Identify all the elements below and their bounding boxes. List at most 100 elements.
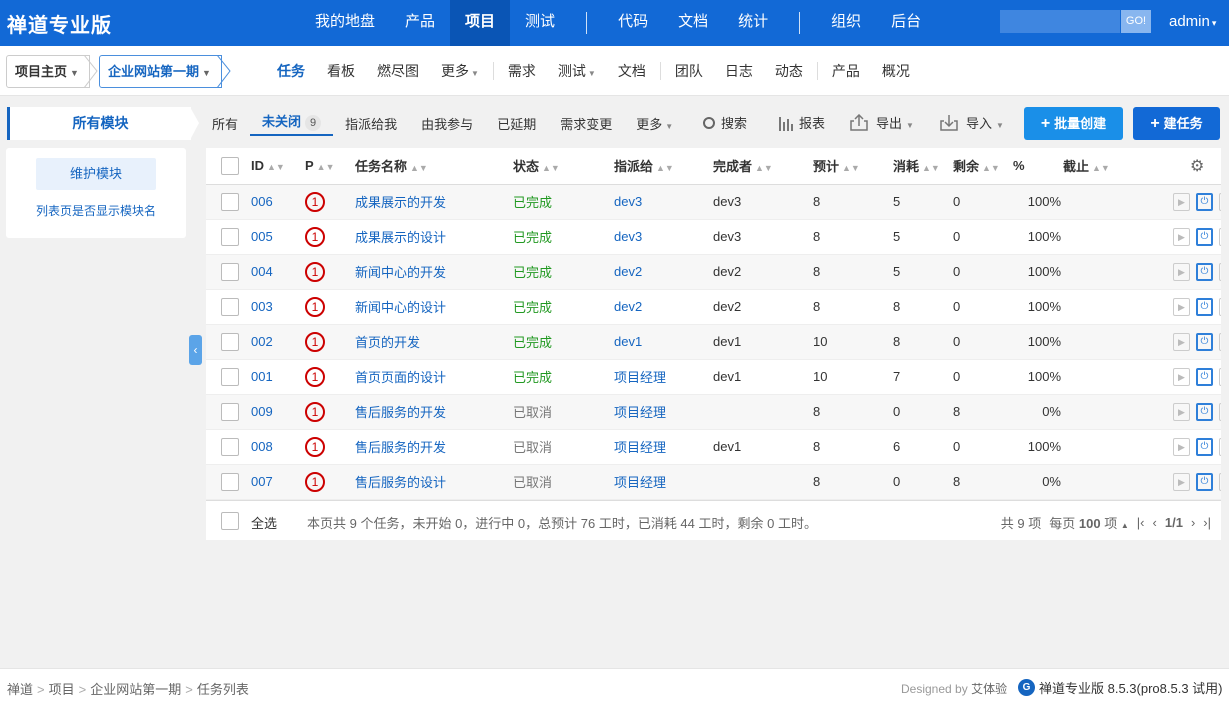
row-select[interactable] [206,429,251,465]
start-task-icon[interactable]: ▶ [1173,227,1190,246]
start-task-icon[interactable]: ▶ [1173,297,1190,316]
subnav-kanban[interactable]: 看板 [316,61,366,81]
task-name-link[interactable]: 首页页面的设计 [355,370,446,385]
col-status[interactable]: 状态 ▲▼ [513,148,614,185]
row-select[interactable] [206,359,251,395]
start-task-icon[interactable]: ▶ [1173,332,1190,351]
col-id[interactable]: ID ▲▼ [251,148,305,185]
start-task-icon[interactable]: ▶ [1173,192,1190,211]
record-effort-icon[interactable]: ⏻ [1195,262,1214,281]
brand-logo[interactable]: 禅道专业版 [7,9,112,38]
task-assigned[interactable]: dev1 [614,324,713,360]
task-id-link[interactable]: 008 [251,439,273,454]
record-effort-icon[interactable]: ⏻ [1195,402,1214,421]
create-task-button[interactable]: + 建任务 [1133,107,1220,140]
sidebar-collapse-toggle[interactable]: ‹ [189,335,202,365]
report-button[interactable]: 报表 [778,107,825,140]
task-name[interactable]: 成果展示的开发 [355,184,513,220]
row-select[interactable] [206,464,251,500]
col-left[interactable]: 剩余 ▲▼ [953,148,1013,185]
task-id[interactable]: 005 [251,219,305,255]
record-effort-icon[interactable]: ⏻ [1195,227,1214,246]
checkbox[interactable] [221,156,239,175]
nav-test[interactable]: 测试 [510,0,570,46]
assigned-to-link[interactable]: 项目经理 [614,475,666,490]
task-name[interactable]: 新闻中心的开发 [355,254,513,290]
col-assigned[interactable]: 指派给 ▲▼ [614,148,713,185]
import-dropdown[interactable]: 导入 ▼ [940,107,1004,140]
select-all-checkbox[interactable] [221,512,239,530]
checkbox[interactable] [221,472,239,491]
finish-task-icon[interactable]: ✓ [1219,402,1221,421]
filter-all[interactable]: 所有 [200,114,250,133]
assigned-to-link[interactable]: dev3 [614,229,642,244]
nav-my[interactable]: 我的地盘 [300,0,390,46]
task-name[interactable]: 首页的开发 [355,324,513,360]
task-id[interactable]: 007 [251,464,305,500]
start-task-icon[interactable]: ▶ [1173,402,1190,421]
task-id-link[interactable]: 004 [251,264,273,279]
task-name[interactable]: 售后服务的开发 [355,429,513,465]
assigned-to-link[interactable]: dev1 [614,334,642,349]
assigned-to-link[interactable]: dev2 [614,264,642,279]
task-id[interactable]: 006 [251,184,305,220]
subnav-overview[interactable]: 概况 [871,61,921,81]
subnav-team[interactable]: 团队 [664,61,714,81]
export-dropdown[interactable]: 导出 ▼ [850,107,914,140]
checkbox[interactable] [221,332,239,351]
record-effort-icon[interactable]: ⏻ [1195,472,1214,491]
task-id[interactable]: 001 [251,359,305,395]
task-assigned[interactable]: 项目经理 [614,359,713,395]
all-modules-tab[interactable]: 所有模块 [7,107,191,140]
filter-involved[interactable]: 由我参与 [409,114,485,133]
finish-task-icon[interactable]: ✓ [1219,437,1221,456]
nav-code[interactable]: 代码 [603,0,663,46]
col-estimate[interactable]: 预计 ▲▼ [813,148,893,185]
filter-unclosed[interactable]: 未关闭 9 [250,111,334,136]
breadcrumb-project[interactable]: 项目 [49,682,75,697]
select-all-header-checkbox[interactable] [206,148,251,185]
task-id-link[interactable]: 006 [251,194,273,209]
select-all-label[interactable]: 全选 [251,513,277,532]
finish-task-icon[interactable]: ✓ [1219,367,1221,386]
global-search-input[interactable] [1000,10,1120,33]
task-name-link[interactable]: 成果展示的开发 [355,195,446,210]
record-effort-icon[interactable]: ⏻ [1195,192,1214,211]
task-id-link[interactable]: 007 [251,474,273,489]
task-assigned[interactable]: 项目经理 [614,464,713,500]
subnav-test[interactable]: 测试 ▼ [547,61,607,81]
start-task-icon[interactable]: ▶ [1173,472,1190,491]
task-name-link[interactable]: 新闻中心的设计 [355,300,446,315]
task-id[interactable]: 002 [251,324,305,360]
task-name[interactable]: 首页页面的设计 [355,359,513,395]
col-name[interactable]: 任务名称 ▲▼ [355,148,513,185]
assigned-to-link[interactable]: 项目经理 [614,405,666,420]
checkbox[interactable] [221,367,239,386]
designer-link[interactable]: 艾体验 [971,682,1007,696]
row-select[interactable] [206,254,251,290]
last-page-icon[interactable]: ›| [1203,515,1211,530]
subnav-product[interactable]: 产品 [821,61,871,81]
row-select[interactable] [206,394,251,430]
task-id-link[interactable]: 001 [251,369,273,384]
start-task-icon[interactable]: ▶ [1173,262,1190,281]
assigned-to-link[interactable]: 项目经理 [614,440,666,455]
task-id[interactable]: 004 [251,254,305,290]
assigned-to-link[interactable]: 项目经理 [614,370,666,385]
finish-task-icon[interactable]: ✓ [1219,297,1221,316]
filter-story-changed[interactable]: 需求变更 [548,114,624,133]
task-name[interactable]: 售后服务的设计 [355,464,513,500]
task-id-link[interactable]: 009 [251,404,273,419]
nav-doc[interactable]: 文档 [663,0,723,46]
nav-admin[interactable]: 后台 [876,0,936,46]
task-id-link[interactable]: 003 [251,299,273,314]
nav-project[interactable]: 项目 [450,0,511,46]
search-go-button[interactable]: GO! [1121,10,1151,33]
checkbox[interactable] [221,297,239,316]
nav-company[interactable]: 组织 [816,0,876,46]
task-assigned[interactable]: dev2 [614,289,713,325]
start-task-icon[interactable]: ▶ [1173,437,1190,456]
task-id[interactable]: 009 [251,394,305,430]
row-select[interactable] [206,289,251,325]
record-effort-icon[interactable]: ⏻ [1195,437,1214,456]
